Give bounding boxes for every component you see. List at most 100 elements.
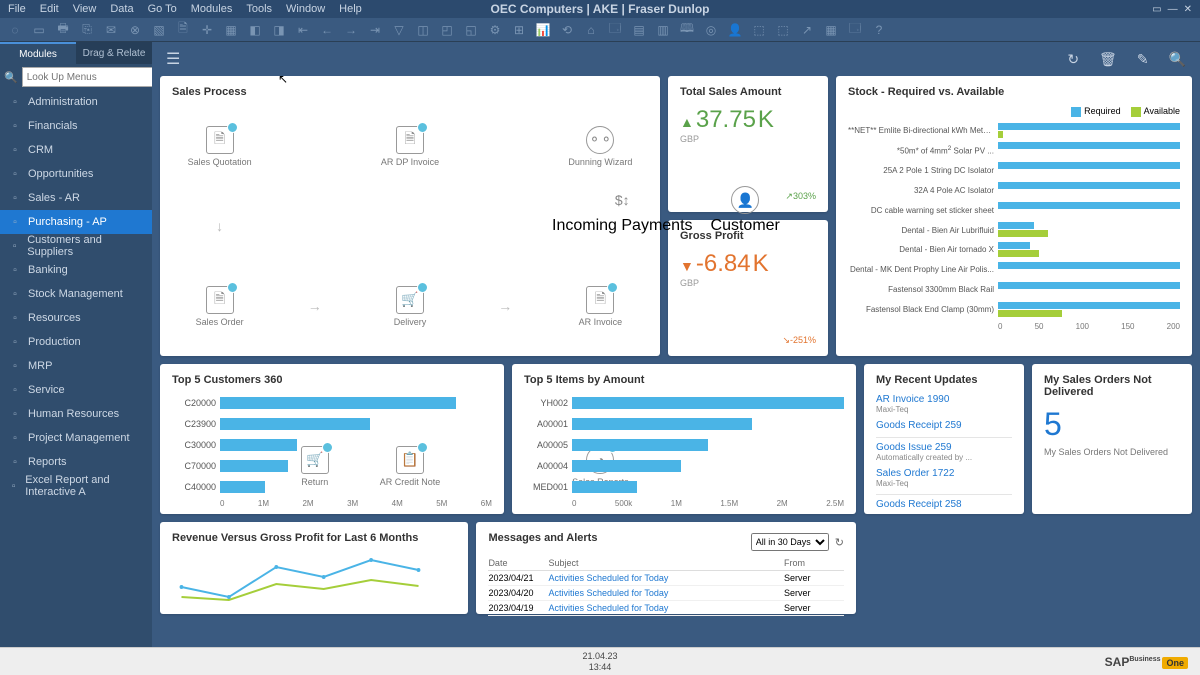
sidebar-item-banking[interactable]: ▫Banking bbox=[0, 258, 152, 282]
toolbar-icon[interactable]: ⬚ bbox=[750, 21, 768, 39]
status-bar: 21.04.23 13:44 SAPBusinessOne bbox=[0, 647, 1200, 675]
menu-goto[interactable]: Go To bbox=[148, 3, 177, 15]
sidebar-item-production[interactable]: ▫Production bbox=[0, 330, 152, 354]
sp-dunning-wizard[interactable]: ⚬⚬Dunning Wizard bbox=[568, 126, 632, 167]
sidebar-item-reports[interactable]: ▫Reports bbox=[0, 450, 152, 474]
search-icon[interactable]: 🔍 bbox=[1169, 51, 1186, 68]
toolbar-icon[interactable]: ⚙ bbox=[486, 21, 504, 39]
sidebar-item-project-management[interactable]: ▫Project Management bbox=[0, 426, 152, 450]
sp-delivery[interactable]: 🛒Delivery bbox=[394, 286, 427, 327]
toolbar-icon[interactable]: ⬚ bbox=[774, 21, 792, 39]
toolbar-icon[interactable]: ⟲ bbox=[558, 21, 576, 39]
sidebar-tab-drag-relate[interactable]: Drag & Relate bbox=[76, 42, 152, 64]
stock-row: **NET** Emlite Bi-directional kWh Mete..… bbox=[848, 122, 1180, 140]
sidebar-tab-modules[interactable]: Modules bbox=[0, 42, 76, 64]
toolbar-icon[interactable]: ◧ bbox=[246, 21, 264, 39]
toolbar-icon[interactable]: 🕮 bbox=[678, 21, 696, 39]
sp-ar-invoice[interactable]: 🗎AR Invoice bbox=[579, 286, 623, 327]
sidebar-item-excel-report-and-interactive-a[interactable]: ▫Excel Report and Interactive A bbox=[0, 474, 152, 498]
window-title: OEC Computers | AKE | Fraser Dunlop bbox=[491, 2, 710, 16]
menu-help[interactable]: Help bbox=[339, 3, 362, 15]
toolbar-icon[interactable]: ⊗ bbox=[126, 21, 144, 39]
toolbar-nav-last-icon[interactable]: ⇥ bbox=[366, 21, 384, 39]
module-icon: ▫ bbox=[8, 145, 22, 156]
update-link[interactable]: Goods Receipt 258 bbox=[876, 499, 1012, 510]
window-restore-icon[interactable]: — bbox=[1168, 4, 1178, 15]
toolbar-icon[interactable]: ◨ bbox=[270, 21, 288, 39]
update-link[interactable]: AR Invoice 1990 bbox=[876, 394, 1012, 405]
menu-file[interactable]: File bbox=[8, 3, 26, 15]
update-link[interactable]: Goods Issue 259 bbox=[876, 442, 1012, 453]
sidebar-item-mrp[interactable]: ▫MRP bbox=[0, 354, 152, 378]
stock-row: Dental - Bien Air tornado X bbox=[848, 241, 1180, 259]
toolbar-nav-next-icon[interactable]: → bbox=[342, 21, 360, 39]
sidebar-item-administration[interactable]: ▫Administration bbox=[0, 90, 152, 114]
menu-data[interactable]: Data bbox=[110, 3, 133, 15]
menu-edit[interactable]: Edit bbox=[40, 3, 59, 15]
toolbar-icon[interactable]: ✛ bbox=[198, 21, 216, 39]
delete-icon[interactable]: 🗑 bbox=[1099, 51, 1117, 68]
menu-view[interactable]: View bbox=[73, 3, 97, 15]
toolbar-icon[interactable]: ▧ bbox=[150, 21, 168, 39]
messages-refresh-icon[interactable]: ↻ bbox=[835, 536, 844, 549]
sidebar-search-input[interactable] bbox=[22, 67, 164, 87]
toolbar-icon[interactable]: ▥ bbox=[654, 21, 672, 39]
toolbar-icon[interactable]: ◱ bbox=[462, 21, 480, 39]
toolbar-icon[interactable]: 🖶 bbox=[54, 21, 72, 39]
toolbar-icon[interactable]: 🗔 bbox=[606, 21, 624, 39]
sidebar-item-service[interactable]: ▫Service bbox=[0, 378, 152, 402]
toolbar-icon[interactable]: ◎ bbox=[702, 21, 720, 39]
toolbar-icon[interactable]: 📊 bbox=[534, 21, 552, 39]
messages-filter-select[interactable]: All in 30 Days bbox=[751, 533, 829, 551]
sidebar-item-sales-ar[interactable]: ▫Sales - AR bbox=[0, 186, 152, 210]
toolbar-icon[interactable]: ⌂ bbox=[582, 21, 600, 39]
toolbar-icon[interactable]: ▤ bbox=[630, 21, 648, 39]
toolbar-icon[interactable]: 👤 bbox=[726, 21, 744, 39]
toolbar-icon[interactable]: ◰ bbox=[438, 21, 456, 39]
message-row[interactable]: 2023/04/21Activities Scheduled for Today… bbox=[488, 571, 844, 586]
sidebar-item-financials[interactable]: ▫Financials bbox=[0, 114, 152, 138]
toolbar-nav-first-icon[interactable]: ⇤ bbox=[294, 21, 312, 39]
update-link[interactable]: Goods Receipt 259 bbox=[876, 420, 1012, 431]
menu-tools[interactable]: Tools bbox=[246, 3, 272, 15]
toolbar-icon[interactable]: ↗ bbox=[798, 21, 816, 39]
toolbar-icon[interactable]: ▦ bbox=[222, 21, 240, 39]
search-icon[interactable]: 🔍 bbox=[4, 68, 18, 86]
sidebar-item-customers-and-suppliers[interactable]: ▫Customers and Suppliers bbox=[0, 234, 152, 258]
sp-incoming-payments[interactable]: $↕Incoming Payments bbox=[552, 186, 693, 235]
window-close-icon[interactable]: ✕ bbox=[1184, 4, 1192, 15]
toolbar-icon[interactable]: 🗔 bbox=[846, 21, 864, 39]
sp-ar-dp-invoice[interactable]: 🗎AR DP Invoice bbox=[381, 126, 439, 167]
sidebar-item-purchasing-ap[interactable]: ▫Purchasing - AP bbox=[0, 210, 152, 234]
toolbar-icon[interactable]: ✉ bbox=[102, 21, 120, 39]
toolbar-nav-prev-icon[interactable]: ← bbox=[318, 21, 336, 39]
sidebar-item-human-resources[interactable]: ▫Human Resources bbox=[0, 402, 152, 426]
refresh-icon[interactable]: ↻ bbox=[1067, 51, 1079, 68]
toolbar-icon[interactable]: ◌ bbox=[6, 21, 24, 39]
toolbar-icon[interactable]: 🗎 bbox=[174, 21, 192, 39]
update-link[interactable]: Sales Order 1722 bbox=[876, 468, 1012, 479]
toolbar-filter-icon[interactable]: ▽ bbox=[390, 21, 408, 39]
sidebar-item-stock-management[interactable]: ▫Stock Management bbox=[0, 282, 152, 306]
sidebar-item-resources[interactable]: ▫Resources bbox=[0, 306, 152, 330]
toolbar-icon[interactable]: ⎘ bbox=[78, 21, 96, 39]
toolbar-icon[interactable]: ◫ bbox=[414, 21, 432, 39]
window-minimize-icon[interactable]: ▭ bbox=[1152, 4, 1161, 15]
toolbar-icon[interactable]: ▭ bbox=[30, 21, 48, 39]
message-row[interactable]: 2023/04/19Activities Scheduled for Today… bbox=[488, 601, 844, 616]
edit-icon[interactable]: ✎ bbox=[1137, 51, 1149, 68]
sp-sales-order[interactable]: 🗎Sales Order bbox=[196, 286, 244, 327]
sidebar-item-opportunities[interactable]: ▫Opportunities bbox=[0, 162, 152, 186]
toolbar-icon[interactable]: ⊞ bbox=[510, 21, 528, 39]
stock-row: Fastensol Black End Clamp (30mm) bbox=[848, 301, 1180, 319]
arrow-right-icon: → bbox=[308, 298, 322, 314]
menu-window[interactable]: Window bbox=[286, 3, 325, 15]
dashboard-menu-icon[interactable]: ☰ bbox=[166, 49, 180, 69]
toolbar-icon[interactable]: ▦ bbox=[822, 21, 840, 39]
sp-sales-quotation[interactable]: 🗎Sales Quotation bbox=[188, 126, 252, 167]
message-row[interactable]: 2023/04/20Activities Scheduled for Today… bbox=[488, 586, 844, 601]
sidebar-item-crm[interactable]: ▫CRM bbox=[0, 138, 152, 162]
menu-modules[interactable]: Modules bbox=[191, 3, 233, 15]
sp-customer[interactable]: 👤Customer bbox=[711, 186, 780, 235]
toolbar-help-icon[interactable]: ? bbox=[870, 21, 888, 39]
